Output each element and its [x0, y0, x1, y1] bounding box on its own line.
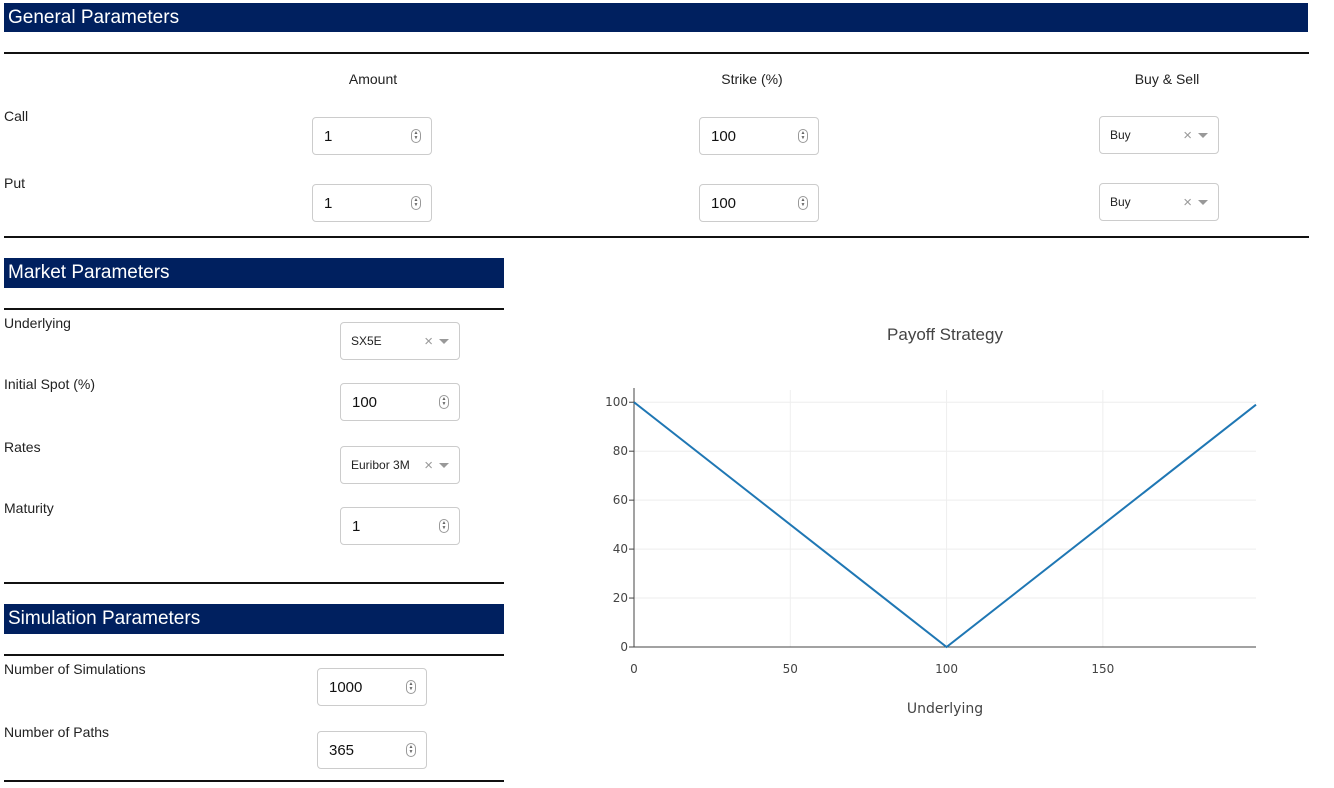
number-of-simulations-value: 1000 — [329, 678, 363, 696]
rates-value: Euribor 3M — [351, 458, 410, 472]
market-parameters-header: Market Parameters — [4, 258, 504, 288]
call-buy-sell-select[interactable]: Buy × — [1099, 116, 1219, 154]
column-header-amount: Amount — [348, 71, 398, 87]
y-tick-label: 60 — [613, 493, 628, 507]
column-header-strike: Strike (%) — [721, 71, 783, 87]
spinner-icon[interactable]: ▲ ▼ — [439, 519, 449, 533]
maturity-input[interactable]: 1 ▲ ▼ — [340, 507, 460, 545]
clear-icon[interactable]: × — [1183, 194, 1192, 211]
chevron-down-icon[interactable] — [439, 462, 449, 468]
divider — [4, 582, 504, 584]
put-strike-input[interactable]: 100 ▲ ▼ — [699, 184, 819, 222]
put-label: Put — [4, 175, 26, 191]
underlying-select[interactable]: SX5E × — [340, 322, 460, 360]
chart-grid — [634, 390, 1256, 647]
initial-spot-value: 100 — [352, 393, 378, 411]
simulation-parameters-header: Simulation Parameters — [4, 604, 504, 634]
spinner-icon[interactable]: ▲ ▼ — [798, 196, 808, 210]
number-of-paths-label: Number of Paths — [4, 724, 110, 740]
initial-spot-label: Initial Spot (%) — [4, 376, 96, 392]
number-of-paths-value: 365 — [329, 741, 355, 759]
rates-label: Rates — [4, 439, 41, 455]
put-amount-value: 1 — [324, 194, 333, 212]
y-tick-label: 80 — [613, 444, 628, 458]
payoff-series-line — [633, 401, 1257, 649]
chart-series — [633, 401, 1257, 649]
market-parameters-title: Market Parameters — [8, 262, 170, 283]
clear-icon[interactable]: × — [424, 333, 433, 350]
put-strike-value: 100 — [711, 194, 737, 212]
call-buy-sell-value: Buy — [1110, 128, 1131, 142]
spinner-icon[interactable]: ▲ ▼ — [439, 395, 449, 409]
chevron-down-icon[interactable] — [1198, 132, 1208, 138]
call-strike-input[interactable]: 100 ▲ ▼ — [699, 117, 819, 155]
spinner-icon[interactable]: ▲ ▼ — [798, 129, 808, 143]
call-amount-value: 1 — [324, 127, 333, 145]
spinner-icon[interactable]: ▲ ▼ — [411, 196, 421, 210]
call-amount-input[interactable]: 1 ▲ ▼ — [312, 117, 432, 155]
column-header-buy-sell: Buy & Sell — [1134, 71, 1200, 87]
divider — [4, 52, 1309, 54]
divider — [4, 236, 1309, 238]
x-tick-label: 150 — [1091, 662, 1114, 676]
number-of-paths-input[interactable]: 365 ▲ ▼ — [317, 731, 427, 769]
spinner-icon[interactable]: ▲ ▼ — [406, 743, 416, 757]
chevron-down-icon[interactable] — [439, 338, 449, 344]
general-parameters-title: General Parameters — [8, 6, 180, 28]
clear-icon[interactable]: × — [424, 457, 433, 474]
simulation-parameters-title: Simulation Parameters — [8, 608, 201, 629]
rates-select[interactable]: Euribor 3M × — [340, 446, 460, 484]
divider — [4, 654, 504, 656]
divider — [4, 308, 504, 310]
general-parameters-header: General Parameters — [4, 3, 1308, 32]
underlying-value: SX5E — [351, 334, 382, 348]
maturity-label: Maturity — [4, 500, 54, 516]
divider — [4, 780, 504, 782]
x-tick-label: 50 — [783, 662, 798, 676]
y-tick-label: 0 — [620, 640, 628, 654]
spinner-icon[interactable]: ▲ ▼ — [406, 680, 416, 694]
initial-spot-input[interactable]: 100 ▲ ▼ — [340, 383, 460, 421]
chart-title: Payoff Strategy — [887, 325, 1003, 344]
x-tick-label: 0 — [630, 662, 638, 676]
put-buy-sell-select[interactable]: Buy × — [1099, 183, 1219, 221]
clear-icon[interactable]: × — [1183, 127, 1192, 144]
call-label: Call — [4, 108, 29, 124]
maturity-value: 1 — [352, 517, 361, 535]
chevron-down-icon[interactable] — [1198, 199, 1208, 205]
underlying-label: Underlying — [4, 315, 71, 331]
put-buy-sell-value: Buy — [1110, 195, 1131, 209]
x-tick-label: 100 — [935, 662, 958, 676]
call-strike-value: 100 — [711, 127, 737, 145]
y-tick-label: 20 — [613, 591, 628, 605]
put-amount-input[interactable]: 1 ▲ ▼ — [312, 184, 432, 222]
number-of-simulations-label: Number of Simulations — [4, 661, 146, 677]
x-axis-title: Underlying — [907, 701, 983, 717]
y-tick-label: 100 — [605, 395, 628, 409]
number-of-simulations-input[interactable]: 1000 ▲ ▼ — [317, 668, 427, 706]
y-tick-label: 40 — [613, 542, 628, 556]
chart-axes: 0 20 40 60 80 100 0 50 100 150 — [605, 388, 1256, 676]
payoff-chart[interactable]: 0 20 40 60 80 100 0 50 100 150 Underlying — [580, 370, 1334, 750]
spinner-icon[interactable]: ▲ ▼ — [411, 129, 421, 143]
